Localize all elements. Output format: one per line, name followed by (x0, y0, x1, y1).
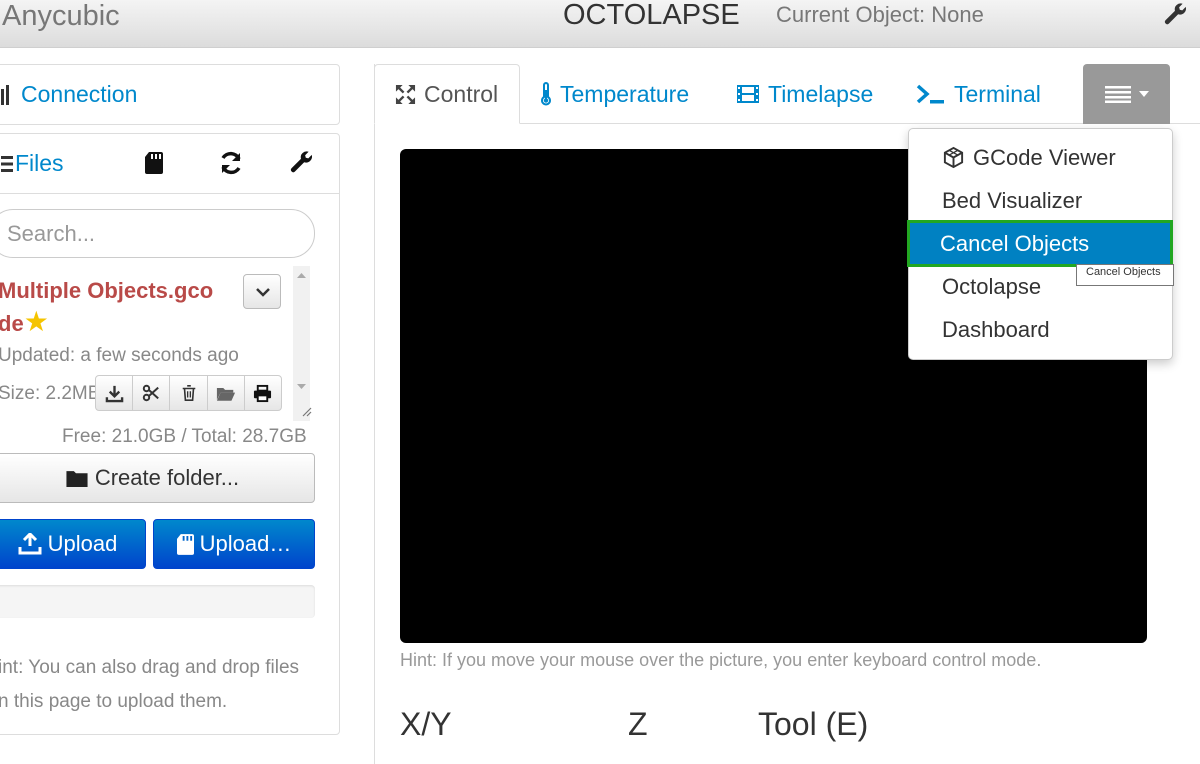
list-icon (1, 156, 13, 172)
upload-progress-bar (0, 585, 315, 618)
print-button[interactable] (245, 376, 281, 410)
terminal-icon (916, 84, 944, 104)
create-folder-button[interactable]: Create folder... (0, 453, 315, 503)
create-folder-label: Create folder... (94, 465, 240, 490)
file-name-line1: Multiple Objects.gco (0, 278, 214, 303)
delete-button[interactable] (170, 376, 208, 410)
files-header: Files (0, 134, 339, 194)
tool-label: Tool (E) (758, 706, 869, 742)
connection-panel: Connection (0, 64, 340, 125)
favorite-star-icon[interactable]: ★ (24, 306, 49, 337)
folder-open-icon (216, 387, 235, 401)
octolapse-title[interactable]: OCTOLAPSE (563, 0, 740, 30)
xy-label: X/Y (400, 706, 452, 742)
tab-control-label: Control (424, 80, 499, 107)
menu-item-bed-visualizer-label: Bed Visualizer (942, 187, 1083, 213)
scroll-down-icon[interactable] (293, 380, 310, 392)
refresh-icon[interactable] (218, 150, 244, 176)
files-hint: int: You can also drag and drop files n … (0, 651, 318, 719)
file-actions-group (95, 375, 282, 411)
arrows-expand-icon (395, 84, 416, 104)
scroll-up-icon[interactable] (293, 270, 310, 282)
tab-control[interactable]: Control (374, 64, 520, 124)
sd-card-icon (176, 533, 194, 555)
trash-icon (182, 384, 195, 402)
print-icon (254, 384, 272, 402)
upload-button[interactable]: Upload (0, 519, 146, 569)
wrench-icon[interactable] (1163, 2, 1189, 28)
free-space-info: Free: 21.0GB / Total: 28.7GB (62, 426, 307, 447)
navbar: Anycubic OCTOLAPSE Current Object: None (0, 0, 1200, 48)
file-name[interactable]: Multiple Objects.gco de★ (0, 275, 228, 339)
menu-icon (1104, 86, 1131, 103)
tab-temperature-label: Temperature (560, 80, 690, 107)
folder-icon (66, 470, 88, 487)
menu-item-cancel-objects-label: Cancel Objects (940, 230, 1090, 256)
tab-timelapse-label: Timelapse (768, 80, 874, 107)
signal-icon (1, 85, 9, 105)
tab-terminal[interactable]: Terminal (896, 64, 1061, 124)
file-list-scrollbar[interactable] (293, 266, 310, 421)
upload-icon (18, 533, 42, 555)
thermometer-icon (541, 82, 551, 106)
tab-temperature[interactable]: Temperature (520, 64, 709, 124)
files-hint-line1: int: You can also drag and drop files (0, 657, 300, 678)
upload-sd-button[interactable]: Upload… (153, 519, 315, 569)
download-icon (105, 385, 123, 402)
brand-link[interactable]: Anycubic (2, 0, 120, 32)
film-icon (737, 85, 759, 103)
caret-down-icon (1138, 91, 1149, 97)
slice-button[interactable] (133, 376, 171, 410)
cube-icon (943, 146, 964, 169)
load-button[interactable] (208, 376, 245, 410)
menu-item-dashboard-label: Dashboard (942, 316, 1050, 342)
upload-label: Upload (47, 531, 118, 556)
current-object-status: Current Object: None (776, 2, 984, 27)
menu-item-dashboard[interactable]: Dashboard (909, 308, 1172, 351)
resize-grip-icon[interactable] (300, 405, 312, 417)
download-button[interactable] (96, 376, 134, 410)
menu-item-bed-visualizer[interactable]: Bed Visualizer (909, 179, 1172, 222)
tab-terminal-label: Terminal (954, 80, 1041, 107)
chevron-down-icon (256, 288, 270, 297)
scissors-icon (143, 384, 160, 402)
z-label: Z (628, 706, 648, 742)
wrench-icon[interactable] (289, 150, 315, 176)
files-hint-line2: n this page to upload them. (0, 691, 228, 712)
menu-item-gcode-viewer-label: GCode Viewer (973, 144, 1116, 170)
tooltip: Cancel Objects (1076, 264, 1174, 286)
tab-timelapse[interactable]: Timelapse (716, 64, 893, 124)
connection-toggle[interactable]: Connection (21, 81, 137, 108)
menu-item-octolapse-label: Octolapse (942, 273, 1042, 299)
sd-card-icon[interactable] (145, 152, 163, 174)
upload-sd-label: Upload… (199, 531, 292, 556)
file-name-line2: de (0, 311, 24, 336)
file-updated: Updated: a few seconds ago (0, 345, 239, 366)
menu-item-gcode-viewer[interactable]: GCode Viewer (909, 136, 1172, 179)
more-tabs-menu-button[interactable] (1083, 64, 1170, 124)
file-size: Size: 2.2MB (0, 383, 101, 404)
webcam-hint: Hint: If you move your mouse over the pi… (400, 650, 1042, 670)
search-input[interactable] (0, 209, 315, 258)
file-expand-button[interactable] (243, 274, 281, 309)
menu-item-cancel-objects[interactable]: Cancel Objects (907, 220, 1173, 267)
files-toggle[interactable]: Files (15, 150, 64, 177)
